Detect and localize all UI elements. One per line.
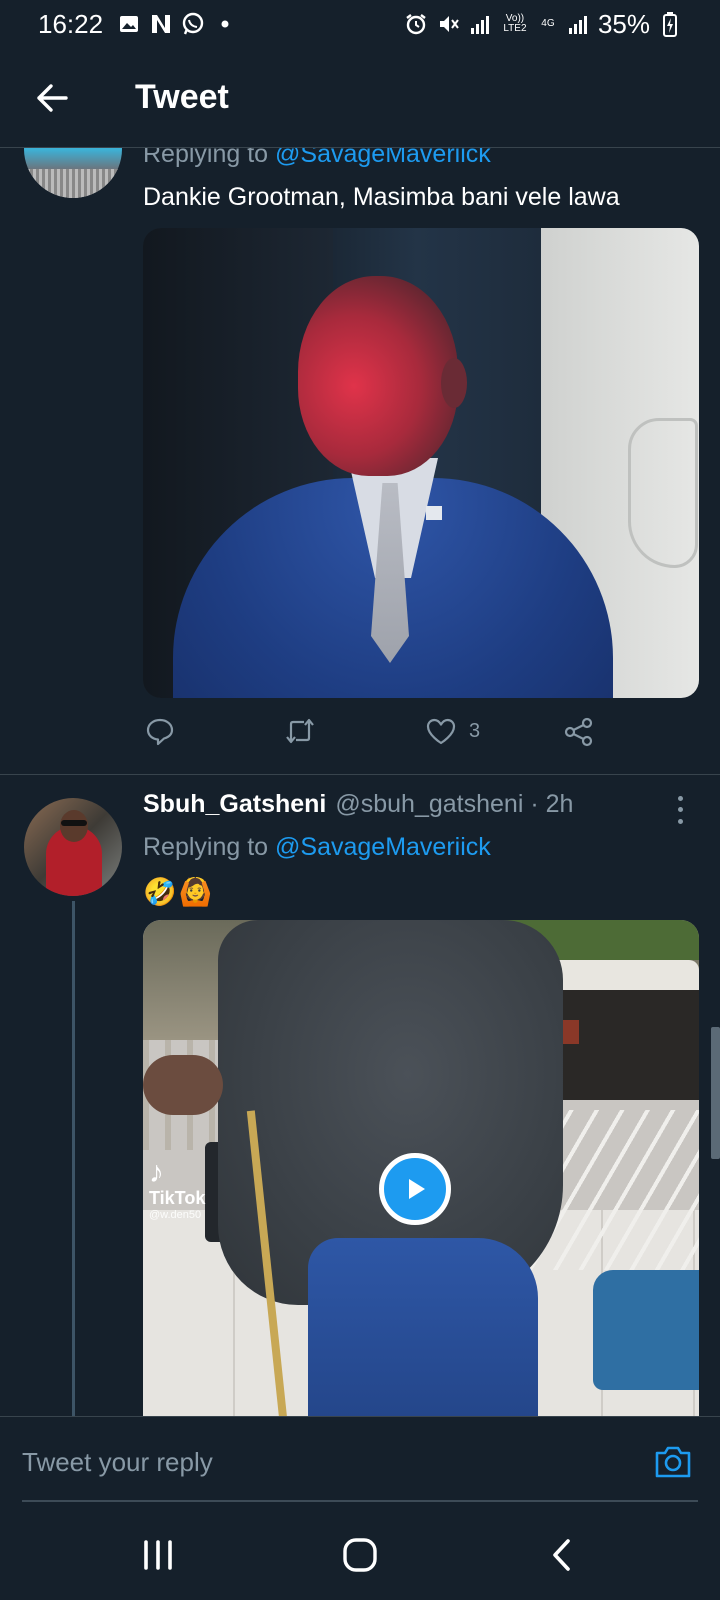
notification-icons xyxy=(117,12,237,36)
reply-button[interactable] xyxy=(145,716,175,746)
tweet-image[interactable] xyxy=(143,228,699,698)
mention-link[interactable]: @SavageMaveriick xyxy=(275,833,491,861)
tweet-screen: 16:22 Vo)) LTE2 4G 35% Tweet Replying to… xyxy=(0,0,720,1600)
camera-icon xyxy=(655,1446,691,1478)
dot-icon xyxy=(213,12,237,36)
top-app-bar: Tweet xyxy=(0,48,720,148)
gallery-icon xyxy=(117,12,141,36)
tweet-text: Dankie Grootman, Masimba bani vele lawa xyxy=(143,183,620,211)
netflix-icon xyxy=(149,12,173,36)
tweet-video[interactable]: ♪ TikTok @w.den50 xyxy=(143,920,699,1420)
replying-to: Replying to @SavageMaveriick xyxy=(143,833,491,862)
avatar[interactable] xyxy=(24,798,122,896)
tiktok-brand: TikTok xyxy=(149,1188,206,1208)
scrollbar-thumb[interactable] xyxy=(711,1027,720,1159)
reply-input[interactable] xyxy=(22,1417,632,1507)
home-button[interactable] xyxy=(330,1530,390,1580)
whatsapp-icon xyxy=(181,12,205,36)
heart-icon xyxy=(426,718,456,745)
network-type: 4G xyxy=(541,18,555,29)
page-title: Tweet xyxy=(135,78,229,116)
back-nav-button[interactable] xyxy=(532,1530,592,1580)
back-button[interactable] xyxy=(22,68,82,128)
play-button[interactable] xyxy=(379,1153,451,1225)
status-bar: 16:22 Vo)) LTE2 4G 35% xyxy=(0,0,720,48)
emoji-person-gesturing-ok: 🙆 xyxy=(178,877,213,907)
comment-icon xyxy=(146,718,174,746)
mute-icon xyxy=(436,12,460,36)
system-nav-bar xyxy=(0,1510,720,1600)
retweet-button[interactable] xyxy=(283,716,317,746)
volte-label: Vo)) LTE2 xyxy=(503,13,527,34)
tweet-text: 🤣 🙆 xyxy=(143,876,212,908)
signal-icon xyxy=(566,12,590,36)
like-count: 3 xyxy=(469,719,481,742)
share-icon xyxy=(564,717,593,747)
more-options-button[interactable] xyxy=(668,793,692,827)
status-time: 16:22 xyxy=(38,8,104,39)
battery-percent: 35% xyxy=(597,8,650,39)
play-icon xyxy=(409,1179,425,1199)
tiktok-username: @w.den50 xyxy=(149,1209,202,1221)
chevron-left-icon xyxy=(553,1539,570,1571)
alarm-icon xyxy=(404,12,428,36)
tweet-actions: 3 xyxy=(143,716,613,756)
composer-underline xyxy=(22,1500,698,1502)
battery-charging-icon xyxy=(658,12,682,37)
reply-composer xyxy=(0,1416,720,1508)
tweet-author: Sbuh_Gatsheni @sbuh_gatsheni · 2h xyxy=(143,790,573,819)
recent-apps-button[interactable] xyxy=(128,1530,188,1580)
home-icon xyxy=(343,1538,377,1572)
camera-button[interactable] xyxy=(652,1442,694,1482)
arrow-left-icon xyxy=(37,83,68,112)
thread-line xyxy=(72,901,75,1416)
replying-label: Replying to xyxy=(143,833,276,861)
signal-icon xyxy=(468,12,492,36)
like-button[interactable]: 3 xyxy=(425,716,480,746)
tiktok-icon: ♪ xyxy=(149,1156,164,1189)
emoji-laughing: 🤣 xyxy=(143,877,177,907)
author-name[interactable]: Sbuh_Gatsheni xyxy=(143,790,326,819)
recent-apps-icon xyxy=(144,1540,172,1570)
divider xyxy=(0,774,720,775)
more-vertical-icon xyxy=(677,796,683,802)
tiktok-watermark: ♪ TikTok @w.den50 xyxy=(149,1156,239,1222)
author-meta: @sbuh_gatsheni · 2h xyxy=(335,790,574,818)
system-icons: Vo)) LTE2 4G 35% xyxy=(404,9,682,40)
share-button[interactable] xyxy=(563,716,595,748)
retweet-icon xyxy=(286,718,314,744)
